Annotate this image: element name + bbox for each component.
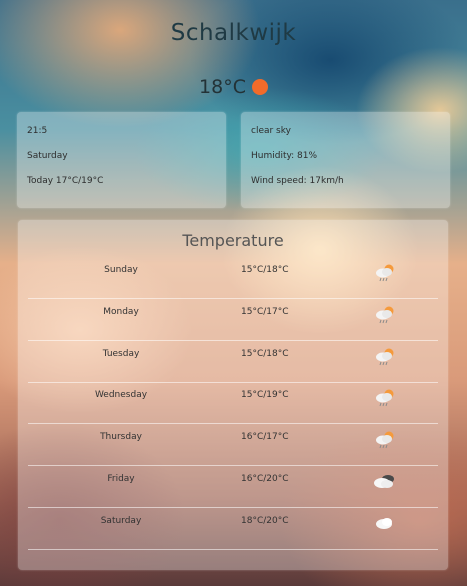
current-time: 21:5 [27,126,48,136]
forecast-temp: 16°C/20°C [241,474,289,484]
forecast-day: Monday [103,307,139,317]
forecast-row: Sunday 15°C/18°C [28,257,438,299]
forecast-temp: 15°C/18°C [241,265,289,275]
current-temperature: 18°C [199,76,246,98]
broken-clouds-icon [374,475,394,488]
forecast-temp: 16°C/17°C [241,432,289,442]
today-range: Today 17°C/19°C [27,176,104,186]
sun-cloud-rain-icon [376,431,394,449]
forecast-day: Tuesday [102,349,140,359]
forecast-row: Saturday 18°C/20°C [28,508,438,550]
forecast-panel: Temperature Sunday 15°C/18°C Monday 15°C… [18,220,448,570]
sun-cloud-rain-icon [376,306,394,324]
city-title: Schalkwijk [170,20,297,46]
forecast-day: Wednesday [94,390,148,400]
forecast-day: Thursday [100,432,142,442]
forecast-day: Friday [107,474,135,484]
forecast-row: Monday 15°C/17°C [28,299,438,341]
forecast-temp: 15°C/19°C [241,390,289,400]
cloud-icon [376,518,392,529]
wind-speed-text: Wind speed: 17km/h [251,176,344,186]
forecast-row: Wednesday 15°C/19°C [28,382,438,424]
current-day: Saturday [27,151,68,161]
sun-cloud-rain-icon [376,348,394,366]
date-info-card: 21:5 Saturday Today 17°C/19°C [17,112,226,208]
sun-icon [251,79,268,95]
current-weather: 18°C [0,76,467,98]
sun-cloud-rain-icon [376,264,394,282]
forecast-day: Sunday [104,265,138,275]
condition-text: clear sky [251,126,291,136]
forecast-row: Friday 16°C/20°C [28,466,438,508]
forecast-row: Tuesday 15°C/18°C [28,341,438,383]
forecast-row: Thursday 16°C/17°C [28,424,438,466]
forecast-temp: 15°C/18°C [241,349,289,359]
forecast-title: Temperature [182,231,284,250]
forecast-temp: 18°C/20°C [241,516,289,526]
conditions-card: clear sky Humidity: 81% Wind speed: 17km… [241,112,450,208]
forecast-day: Saturday [100,516,142,526]
forecast-temp: 15°C/17°C [241,307,289,317]
sun-cloud-rain-icon [376,389,394,407]
humidity-text: Humidity: 81% [251,151,318,161]
